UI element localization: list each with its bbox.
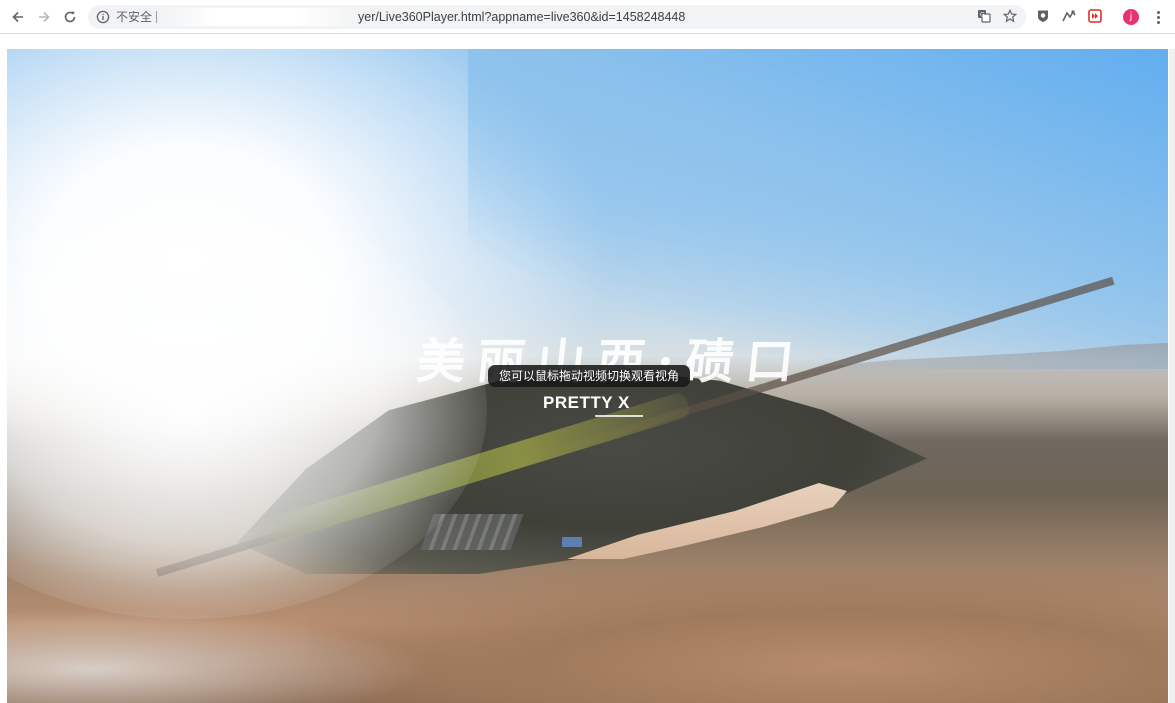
blue-roof-house: [562, 537, 582, 547]
extension-record-button[interactable]: [1087, 8, 1103, 24]
url-separator: [156, 11, 157, 23]
back-button[interactable]: [7, 6, 29, 28]
extension-record-icon: [1088, 9, 1102, 23]
page-viewport: 美丽山西·碛口 您可以鼠标拖动视频切换观看视角 PRETTY X: [0, 35, 1175, 703]
drag-hint-tooltip: 您可以鼠标拖动视频切换观看视角: [488, 365, 691, 387]
browser-toolbar: 不安全 yer/Live360Player.html?appname=live3…: [0, 0, 1175, 34]
url-text[interactable]: yer/Live360Player.html?appname=live360&i…: [358, 10, 685, 24]
translate-icon: G: [978, 10, 991, 23]
bookmark-button[interactable]: [1002, 8, 1018, 24]
menu-kebab-icon[interactable]: [1150, 9, 1166, 25]
reload-button[interactable]: [59, 6, 81, 28]
forward-button[interactable]: [33, 6, 55, 28]
mist: [7, 609, 427, 703]
url-redaction: [160, 8, 356, 26]
info-icon[interactable]: [96, 10, 110, 24]
svg-text:G: G: [980, 11, 985, 18]
star-icon: [1003, 9, 1017, 23]
forward-icon: [39, 11, 50, 23]
scrollbar[interactable]: [1169, 49, 1175, 703]
extension-shield-button[interactable]: [1035, 8, 1051, 24]
brand-tagline-line: [595, 415, 643, 417]
sky: [468, 49, 1168, 369]
extension-paw-button[interactable]: [1061, 8, 1077, 24]
reload-icon: [64, 11, 76, 23]
translate-button[interactable]: G: [976, 8, 992, 24]
back-icon: [12, 11, 23, 23]
address-bar[interactable]: 不安全 yer/Live360Player.html?appname=live3…: [88, 5, 1026, 29]
extension-shield-icon: [1038, 10, 1048, 22]
security-label[interactable]: 不安全: [116, 10, 152, 24]
video-360-player[interactable]: 美丽山西·碛口 您可以鼠标拖动视频切换观看视角 PRETTY X: [7, 49, 1168, 703]
extension-paw-icon: [1062, 10, 1076, 22]
brand-logo: PRETTY X: [543, 393, 630, 412]
profile-avatar[interactable]: j: [1123, 9, 1139, 25]
valley-ground: [307, 569, 1168, 703]
